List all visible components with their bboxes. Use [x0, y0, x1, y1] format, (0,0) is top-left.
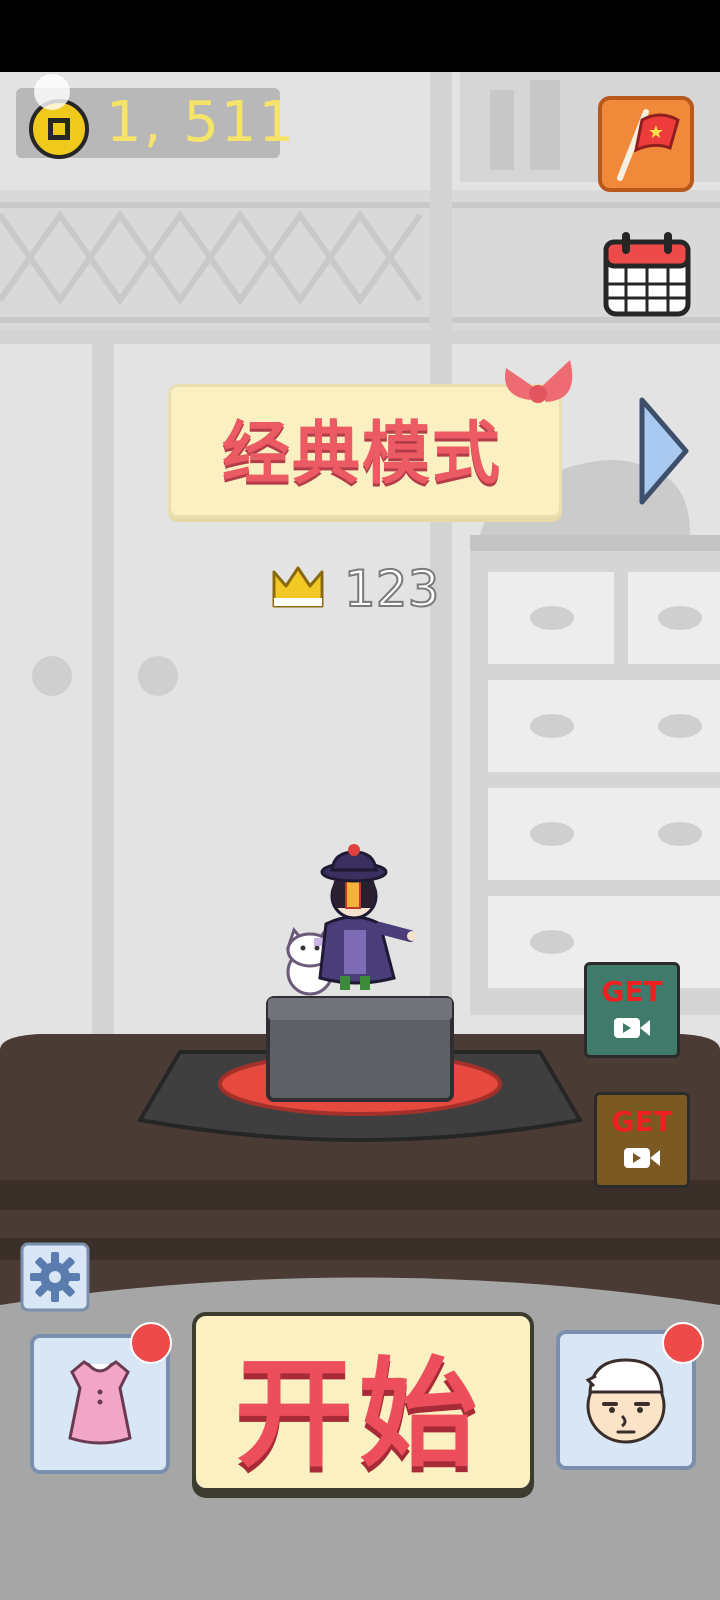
- start-label: 开始: [234, 1345, 483, 1483]
- video-camera-icon: [614, 1018, 650, 1038]
- touch-indicator: [34, 74, 70, 110]
- player-character: [285, 844, 417, 996]
- settings-button[interactable]: [20, 1242, 90, 1312]
- crown-icon: [272, 566, 324, 608]
- character-notification-dot: [662, 1322, 704, 1364]
- status-bar: [0, 0, 720, 72]
- outfit-notification-dot: [130, 1322, 172, 1364]
- mode-title: 经典模式: [221, 415, 502, 494]
- coin-amount: 1, 511: [106, 90, 297, 155]
- get-label: GET: [601, 975, 663, 1008]
- dress-icon: [68, 1360, 132, 1445]
- get-reward-button-1[interactable]: GET: [584, 962, 680, 1058]
- calendar-button[interactable]: [602, 228, 692, 318]
- next-arrow-icon[interactable]: [636, 396, 692, 506]
- flag-button[interactable]: ★: [598, 96, 694, 192]
- character-face-icon: [585, 1358, 666, 1444]
- svg-text:★: ★: [648, 122, 664, 143]
- video-camera-icon: [624, 1148, 660, 1168]
- bow-icon: [505, 360, 573, 403]
- best-score: 123: [343, 559, 440, 619]
- get-reward-button-2[interactable]: GET: [594, 1092, 690, 1188]
- get-label: GET: [611, 1105, 673, 1138]
